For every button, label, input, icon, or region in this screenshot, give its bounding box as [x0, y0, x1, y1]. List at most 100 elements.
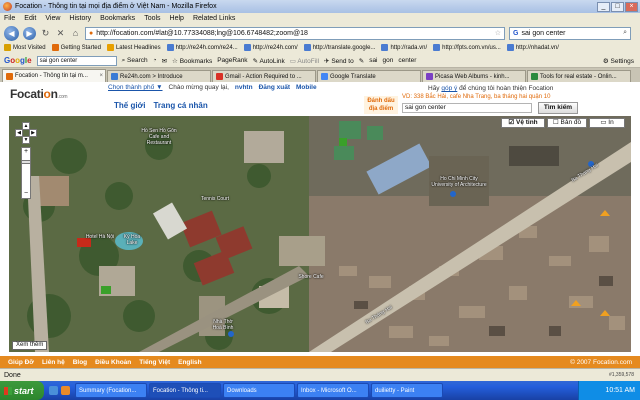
- footer-link[interactable]: English: [178, 359, 201, 366]
- map-zoom-controls: ▲ ◀ ▶ ▼ + −: [15, 122, 37, 199]
- see-more-button[interactable]: Xem thêm: [12, 341, 48, 350]
- map-print[interactable]: ▭ In: [589, 118, 625, 128]
- bookmark-item[interactable]: Latest Headlines: [106, 44, 161, 52]
- taskbar-item[interactable]: Focation - Thông ti...: [149, 383, 221, 398]
- menu-history[interactable]: History: [69, 15, 91, 22]
- bookmark-item[interactable]: http://translate.google...: [303, 44, 375, 52]
- google-toolbar-item[interactable]: ▭ AutoFill: [290, 57, 319, 65]
- taskbar-item[interactable]: duilietty - Paint: [371, 383, 443, 398]
- menu-view[interactable]: View: [45, 15, 60, 22]
- map-label[interactable]: Ho Chi Minh City University of Architect…: [429, 176, 489, 188]
- bookmark-page-icon: [166, 44, 174, 52]
- tab-picasa[interactable]: Picasa Web Albums - kinh...: [422, 70, 526, 82]
- menu-related-links[interactable]: Related Links: [193, 15, 235, 22]
- map-search-input[interactable]: sai gon center: [402, 103, 532, 113]
- taskbar-item[interactable]: Inbox - Microsoft O...: [297, 383, 369, 398]
- bookmark-item[interactable]: http://re24h.com/: [243, 44, 298, 52]
- pan-down-icon[interactable]: ▼: [22, 136, 30, 144]
- google-toolbar-item[interactable]: ✈ Send to: [324, 57, 354, 65]
- google-toolbar-item[interactable]: ☆ Bookmarks: [172, 57, 212, 65]
- google-toolbar-item[interactable]: ✎ AutoLink: [253, 57, 285, 65]
- taskbar-item[interactable]: Downloads: [223, 383, 295, 398]
- footer-link[interactable]: Tiếng Việt: [139, 359, 170, 366]
- google-toolbar-item[interactable]: ✉: [162, 57, 167, 65]
- site-favicon-icon: ●: [89, 29, 94, 37]
- footer-link[interactable]: Điều Khoản: [95, 359, 131, 366]
- google-toolbar-settings[interactable]: ⚙ Settings: [603, 57, 640, 65]
- tab-close-icon[interactable]: ×: [99, 73, 105, 79]
- nav-world[interactable]: Thế giới: [114, 101, 145, 110]
- menu-help[interactable]: Help: [170, 15, 184, 22]
- nav-profile[interactable]: Trang cá nhân: [153, 101, 207, 110]
- map-label[interactable]: Shore Cafe: [294, 274, 328, 280]
- minimize-button[interactable]: _: [597, 1, 610, 12]
- bookmark-item[interactable]: http://re24h.com/re24...: [166, 44, 238, 52]
- google-toolbar-item[interactable]: ✎: [359, 57, 364, 65]
- mark-place-button[interactable]: Đánh dấu địa điểm: [364, 96, 398, 114]
- tab-real-estate-tools[interactable]: Tools for real estate - Onlin...: [527, 70, 631, 82]
- search-icon[interactable]: ⌕: [623, 29, 630, 37]
- start-button[interactable]: start: [0, 381, 44, 400]
- menu-edit[interactable]: Edit: [24, 15, 36, 22]
- tab-google-translate[interactable]: Google Translate: [317, 70, 421, 82]
- map-label[interactable]: Nhà Thờ Hoà Bình: [209, 319, 237, 331]
- map-label[interactable]: Hồ Sen Hồ Gôn Cafe and Restaurant: [139, 128, 179, 146]
- footer-link[interactable]: Blog: [73, 359, 87, 366]
- bookmark-item[interactable]: http://fpts.com.vn/us...: [433, 44, 501, 52]
- address-bar[interactable]: ● http://focation.com/#lat@10.77334088;l…: [85, 26, 505, 40]
- forward-button[interactable]: ▶: [23, 26, 36, 40]
- quicklaunch-firefox-icon[interactable]: [61, 386, 70, 395]
- google-toolbar-search-input[interactable]: sai gon center: [36, 55, 117, 66]
- menu-tools[interactable]: Tools: [144, 15, 160, 22]
- google-search-button[interactable]: ⌕ Search: [122, 57, 148, 65]
- bookmark-star-icon[interactable]: ☆: [495, 29, 504, 37]
- back-button[interactable]: ◀: [4, 25, 19, 41]
- mobile-link[interactable]: Mobile: [296, 84, 317, 91]
- footer-link[interactable]: Liên hệ: [42, 359, 65, 366]
- tab-gmail[interactable]: Gmail - Action Required to ...: [212, 70, 316, 82]
- google-toolbar-term[interactable]: sai: [369, 57, 377, 64]
- footer-link[interactable]: Giúp Đỡ: [8, 359, 34, 366]
- reload-icon[interactable]: ↻: [40, 28, 51, 39]
- search-button[interactable]: Tìm kiếm: [538, 102, 578, 114]
- home-icon[interactable]: ⌂: [70, 28, 81, 39]
- google-toolbar-term[interactable]: gon: [383, 57, 394, 64]
- zoom-in-icon[interactable]: +: [22, 148, 30, 156]
- window-controls: _ □ ×: [597, 1, 638, 12]
- map-type-satellite[interactable]: ☑ Vệ tinh: [501, 118, 545, 128]
- bookmark-item[interactable]: Getting Started: [51, 44, 101, 52]
- tab-re24h[interactable]: Re24h.com > Introduce: [107, 70, 211, 82]
- pan-right-icon[interactable]: ▶: [29, 129, 37, 137]
- logout-link[interactable]: Đăng xuất: [259, 84, 290, 91]
- google-toolbar-item[interactable]: PageRank: [217, 57, 247, 64]
- bookmark-item[interactable]: http://rada.vn/: [381, 44, 427, 52]
- focation-logo[interactable]: Focation.com: [10, 87, 68, 101]
- tab-focation[interactable]: Focation - Thông tin tại m... ×: [2, 69, 106, 82]
- map-label[interactable]: Kỳ Hòa Lake: [119, 234, 145, 246]
- quicklaunch-ie-icon[interactable]: [49, 386, 58, 395]
- bookmark-item[interactable]: Most Visited: [4, 44, 46, 52]
- address-bar-url: http://focation.com/#lat@10.77334088;lng…: [96, 29, 308, 37]
- zoom-out-icon[interactable]: −: [22, 190, 30, 198]
- browser-search-box[interactable]: G sai gon center ⌕: [509, 26, 631, 40]
- tab-favicon-icon: [531, 73, 538, 80]
- google-toolbar-item[interactable]: ◔: [153, 57, 157, 64]
- city-selector[interactable]: Chọn thành phố ▼: [108, 84, 163, 91]
- map-label[interactable]: Tennis Court: [199, 196, 231, 202]
- zoom-knob[interactable]: [21, 160, 31, 164]
- bookmark-item[interactable]: http://nhadat.vn/: [506, 44, 559, 52]
- google-toolbar-term[interactable]: center: [398, 57, 416, 64]
- taskbar-item[interactable]: Summary (Focation...: [75, 383, 147, 398]
- menu-bookmarks[interactable]: Bookmarks: [100, 15, 135, 22]
- satellite-map[interactable]: Hồ Sen Hồ Gôn Cafe and Restaurant Tennis…: [9, 116, 631, 352]
- zoom-slider[interactable]: + −: [21, 147, 31, 199]
- map-label[interactable]: Hotel Hà Nội: [85, 234, 115, 240]
- stop-icon[interactable]: ✕: [55, 28, 66, 39]
- menu-file[interactable]: File: [4, 15, 15, 22]
- username-link[interactable]: nvhtn: [235, 84, 253, 91]
- maximize-button[interactable]: □: [611, 1, 624, 12]
- feedback-link[interactable]: góp ý: [441, 85, 457, 92]
- close-button[interactable]: ×: [625, 1, 638, 12]
- google-toolbar: Google sai gon center ⌕ Search ◔ ✉ ☆ Boo…: [0, 54, 640, 68]
- map-type-map[interactable]: ☐ Bản đồ: [547, 118, 587, 128]
